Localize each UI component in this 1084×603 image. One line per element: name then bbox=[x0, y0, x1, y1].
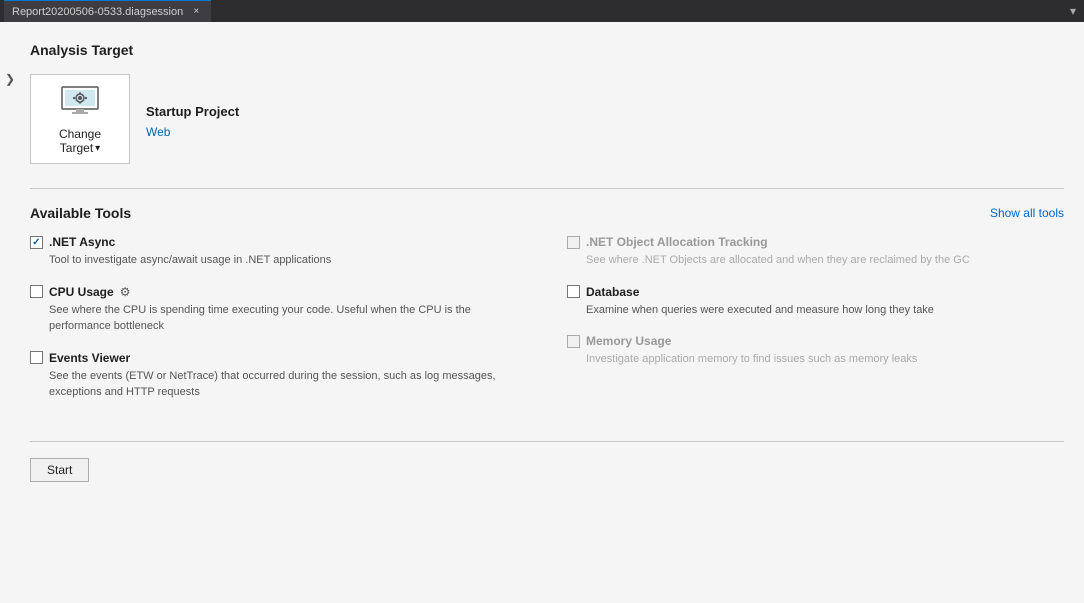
checkbox-net-async[interactable] bbox=[30, 236, 43, 249]
tool-item-cpu-usage: CPU Usage ⚙ See where the CPU is spendin… bbox=[30, 285, 527, 335]
tool-name-events-viewer: Events Viewer bbox=[49, 351, 130, 365]
change-label: Change bbox=[59, 127, 101, 141]
checkbox-events-viewer[interactable] bbox=[30, 351, 43, 364]
tools-header: Available Tools Show all tools bbox=[30, 205, 1064, 221]
checkbox-memory-usage[interactable] bbox=[567, 335, 580, 348]
tool-header-net-object-allocation: .NET Object Allocation Tracking bbox=[567, 235, 1064, 249]
target-label-row: Target ▾ bbox=[60, 141, 100, 155]
startup-project-title: Startup Project bbox=[146, 104, 239, 119]
tool-desc-net-async: Tool to investigate async/await usage in… bbox=[49, 252, 527, 269]
tool-item-net-async: .NET Async Tool to investigate async/awa… bbox=[30, 235, 527, 269]
tab-label: Report20200506-0533.diagsession bbox=[12, 6, 183, 18]
tool-desc-cpu-usage: See where the CPU is spending time execu… bbox=[49, 302, 527, 335]
content-area: Analysis Target bbox=[20, 22, 1084, 603]
tool-name-net-async: .NET Async bbox=[49, 235, 115, 249]
analysis-target-title: Analysis Target bbox=[30, 42, 1064, 58]
title-bar-arrow[interactable]: ▾ bbox=[1066, 2, 1080, 20]
tool-item-net-object-allocation: .NET Object Allocation Tracking See wher… bbox=[567, 235, 1064, 269]
start-section: Start bbox=[30, 441, 1064, 482]
tools-right-column: .NET Object Allocation Tracking See wher… bbox=[567, 235, 1064, 417]
target-icon bbox=[56, 83, 104, 123]
tool-header-memory-usage: Memory Usage bbox=[567, 334, 1064, 348]
change-target-label: Change bbox=[59, 127, 101, 141]
tab[interactable]: Report20200506-0533.diagsession × bbox=[4, 0, 211, 22]
show-all-tools-link[interactable]: Show all tools bbox=[990, 206, 1064, 220]
tool-header-net-async: .NET Async bbox=[30, 235, 527, 249]
monitor-gear-svg bbox=[60, 85, 100, 121]
tools-grid: .NET Async Tool to investigate async/awa… bbox=[30, 235, 1064, 417]
title-bar-right: ▾ bbox=[1066, 2, 1080, 20]
start-button[interactable]: Start bbox=[30, 458, 89, 482]
change-target-button[interactable]: Change Target ▾ bbox=[30, 74, 130, 164]
section-divider-1 bbox=[30, 188, 1064, 189]
tool-desc-memory-usage: Investigate application memory to find i… bbox=[586, 351, 1064, 368]
checkbox-database[interactable] bbox=[567, 285, 580, 298]
target-dropdown-arrow: ▾ bbox=[95, 143, 100, 154]
available-tools-title: Available Tools bbox=[30, 205, 131, 221]
startup-info: Startup Project Web bbox=[146, 104, 239, 139]
tool-item-database: Database Examine when queries were execu… bbox=[567, 285, 1064, 319]
tools-left-column: .NET Async Tool to investigate async/awa… bbox=[30, 235, 527, 417]
tool-header-database: Database bbox=[567, 285, 1064, 299]
tool-desc-database: Examine when queries were executed and m… bbox=[586, 302, 1064, 319]
target-row: Change Target ▾ Startup Project Web bbox=[30, 74, 1064, 168]
main-content: ❯ Analysis Target bbox=[0, 22, 1084, 603]
tool-desc-net-object-allocation: See where .NET Objects are allocated and… bbox=[586, 252, 1064, 269]
tool-header-cpu-usage: CPU Usage ⚙ bbox=[30, 285, 527, 299]
target-word: Target bbox=[60, 141, 93, 155]
tool-name-database: Database bbox=[586, 285, 639, 299]
tool-item-events-viewer: Events Viewer See the events (ETW or Net… bbox=[30, 351, 527, 401]
checkbox-cpu-usage[interactable] bbox=[30, 285, 43, 298]
checkbox-net-object-allocation[interactable] bbox=[567, 236, 580, 249]
tool-name-cpu-usage: CPU Usage bbox=[49, 285, 114, 299]
collapse-arrow[interactable]: ❯ bbox=[0, 22, 20, 603]
title-bar: Report20200506-0533.diagsession × ▾ bbox=[0, 0, 1084, 22]
tool-desc-events-viewer: See the events (ETW or NetTrace) that oc… bbox=[49, 368, 527, 401]
tool-header-events-viewer: Events Viewer bbox=[30, 351, 527, 365]
tool-name-net-object-allocation: .NET Object Allocation Tracking bbox=[586, 235, 768, 249]
title-bar-left: Report20200506-0533.diagsession × bbox=[4, 0, 211, 22]
gear-icon-cpu[interactable]: ⚙ bbox=[120, 285, 131, 299]
tool-name-memory-usage: Memory Usage bbox=[586, 334, 671, 348]
tab-close-button[interactable]: × bbox=[189, 5, 203, 19]
startup-project-name: Web bbox=[146, 125, 239, 139]
tool-item-memory-usage: Memory Usage Investigate application mem… bbox=[567, 334, 1064, 368]
